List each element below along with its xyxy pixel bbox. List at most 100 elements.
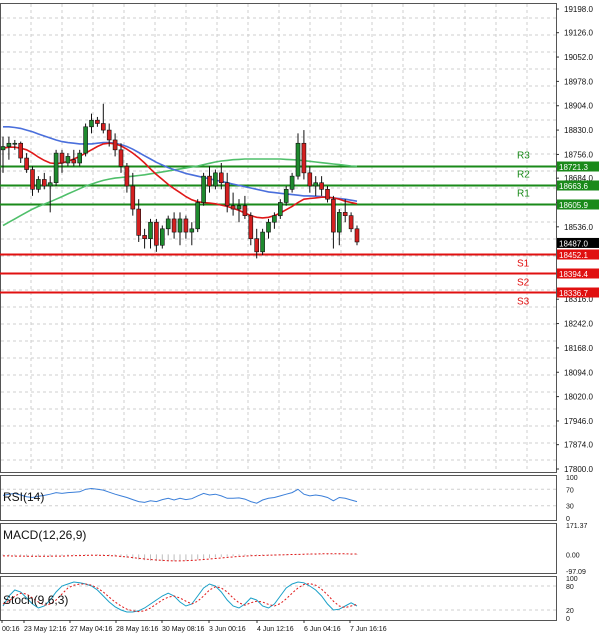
rsi-panel-frame (0, 475, 557, 521)
price-tick-label: 18536.0 (564, 223, 593, 232)
macd-tick-label: 171.37 (566, 523, 588, 530)
candle-body (71, 159, 77, 164)
time-tick-label: 28 May 16:16 (116, 626, 159, 633)
level-price-label: 18336.7 (559, 289, 588, 298)
price-tick-label: 19126.0 (564, 29, 593, 38)
price-tick-label: 19052.0 (564, 53, 593, 62)
level-name-s3: S3 (517, 297, 530, 308)
price-tick-label: 18242.0 (564, 320, 593, 329)
candle-body (189, 228, 195, 233)
price-tick-label: 18904.0 (564, 102, 593, 111)
candle-body (65, 156, 71, 164)
candle (260, 228, 265, 256)
level-price-label: 18605.9 (559, 201, 588, 210)
macd-label: MACD(12,26,9) (3, 528, 86, 542)
candle-body (307, 172, 313, 187)
candle-body (130, 185, 136, 210)
stoch-tick-label: 100 (566, 576, 578, 583)
candle-body (24, 157, 29, 170)
candle-body (254, 238, 259, 253)
candle-body (12, 142, 18, 145)
candle-body (313, 182, 319, 187)
price-tick-label: 18168.0 (564, 344, 593, 353)
indicator-panels: RSI(14) 100 70 30 0 MACD(12,26,9) 171.37 0.00 -9… (0, 475, 588, 623)
candle-body (242, 205, 248, 216)
candle-body (331, 198, 336, 233)
candle-body (124, 165, 130, 187)
candle-body (89, 119, 94, 128)
candle-body (319, 182, 324, 190)
stoch-tick-label: 0 (566, 616, 570, 623)
candle-body (342, 212, 348, 216)
time-tick-label: 27 May 04:16 (70, 626, 113, 633)
candle-body (230, 205, 236, 210)
price-tick-label: 17946.0 (564, 417, 593, 426)
level-name-s1: S1 (517, 259, 530, 270)
level-name-r2: R2 (517, 170, 530, 181)
candle-body (148, 221, 153, 239)
candle-body (165, 218, 171, 230)
candle-body (18, 142, 24, 159)
price-tick-label: 18756.0 (564, 150, 593, 159)
candle-body (47, 182, 53, 187)
time-tick-label: 23 May 12:16 (24, 626, 67, 633)
candle-body (83, 126, 88, 154)
rsi-tick-label: 100 (566, 475, 578, 482)
chart-window: R3 18721.3 R2 18663.6 R1 18605.9 S1 18452.1 S2 18… (0, 0, 600, 634)
price-tick-label: 18830.0 (564, 126, 593, 135)
candle-body (112, 139, 118, 151)
time-axis: 00:16 23 May 12:16 27 May 04:16 28 May 16:1… (1, 620, 387, 633)
rsi-tick-label: 0 (566, 516, 570, 523)
rsi-label: RSI(14) (3, 490, 44, 504)
candle-body (236, 205, 242, 210)
time-tick-label: 4 Jun 12:16 (257, 626, 294, 633)
candle-body (224, 182, 230, 207)
candle-body (201, 175, 206, 203)
candle-body (348, 215, 354, 230)
candle-body (301, 142, 307, 174)
level-price-label: 18452.1 (559, 251, 588, 260)
stoch-tick-label: 80 (566, 584, 574, 591)
rsi-tick-label: 30 (566, 504, 574, 511)
candle-body (77, 152, 82, 164)
time-tick-label: 6 Jun 04:16 (304, 626, 341, 633)
candle-body (177, 218, 183, 233)
candle (201, 172, 206, 206)
level-price-label: 18394.4 (559, 270, 588, 279)
candle (160, 225, 165, 249)
price-tick-label: 18978.0 (564, 77, 593, 86)
candle-body (41, 179, 47, 187)
candle-body (106, 129, 112, 141)
price-tick-label: 19198.0 (564, 5, 593, 14)
candle-body (59, 152, 65, 164)
candle (195, 199, 200, 233)
candle-body (354, 228, 360, 243)
price-tick-label: 18094.0 (564, 368, 593, 377)
candle-body (101, 123, 106, 131)
candle-body (160, 228, 165, 246)
candle-body (283, 189, 289, 203)
candle-body (248, 215, 254, 239)
rsi-tick-label: 70 (566, 487, 574, 494)
candle-body (213, 172, 218, 187)
time-tick-label: 3 Jun 00:16 (209, 626, 246, 633)
candle-body (171, 218, 177, 233)
candle (53, 149, 59, 187)
level-price-label: 18721.3 (559, 163, 588, 172)
macd-tick-label: 0.00 (566, 552, 580, 559)
time-tick-label: 30 May 08:16 (162, 626, 205, 633)
level-name-r1: R1 (517, 189, 530, 200)
candle-body (183, 218, 189, 233)
candle-body (325, 189, 330, 200)
candle-body (207, 175, 212, 187)
candle-body (289, 175, 295, 190)
price-tick-label: 17800.0 (564, 465, 593, 474)
macd-tick-label: -97.09 (566, 569, 586, 576)
candle-body (219, 172, 224, 184)
candle (83, 123, 88, 157)
candle-body (36, 179, 41, 190)
candle-body (118, 149, 124, 167)
price-tick-label: 17874.0 (564, 441, 593, 450)
candle-body (136, 208, 141, 236)
candle-body (260, 231, 265, 253)
